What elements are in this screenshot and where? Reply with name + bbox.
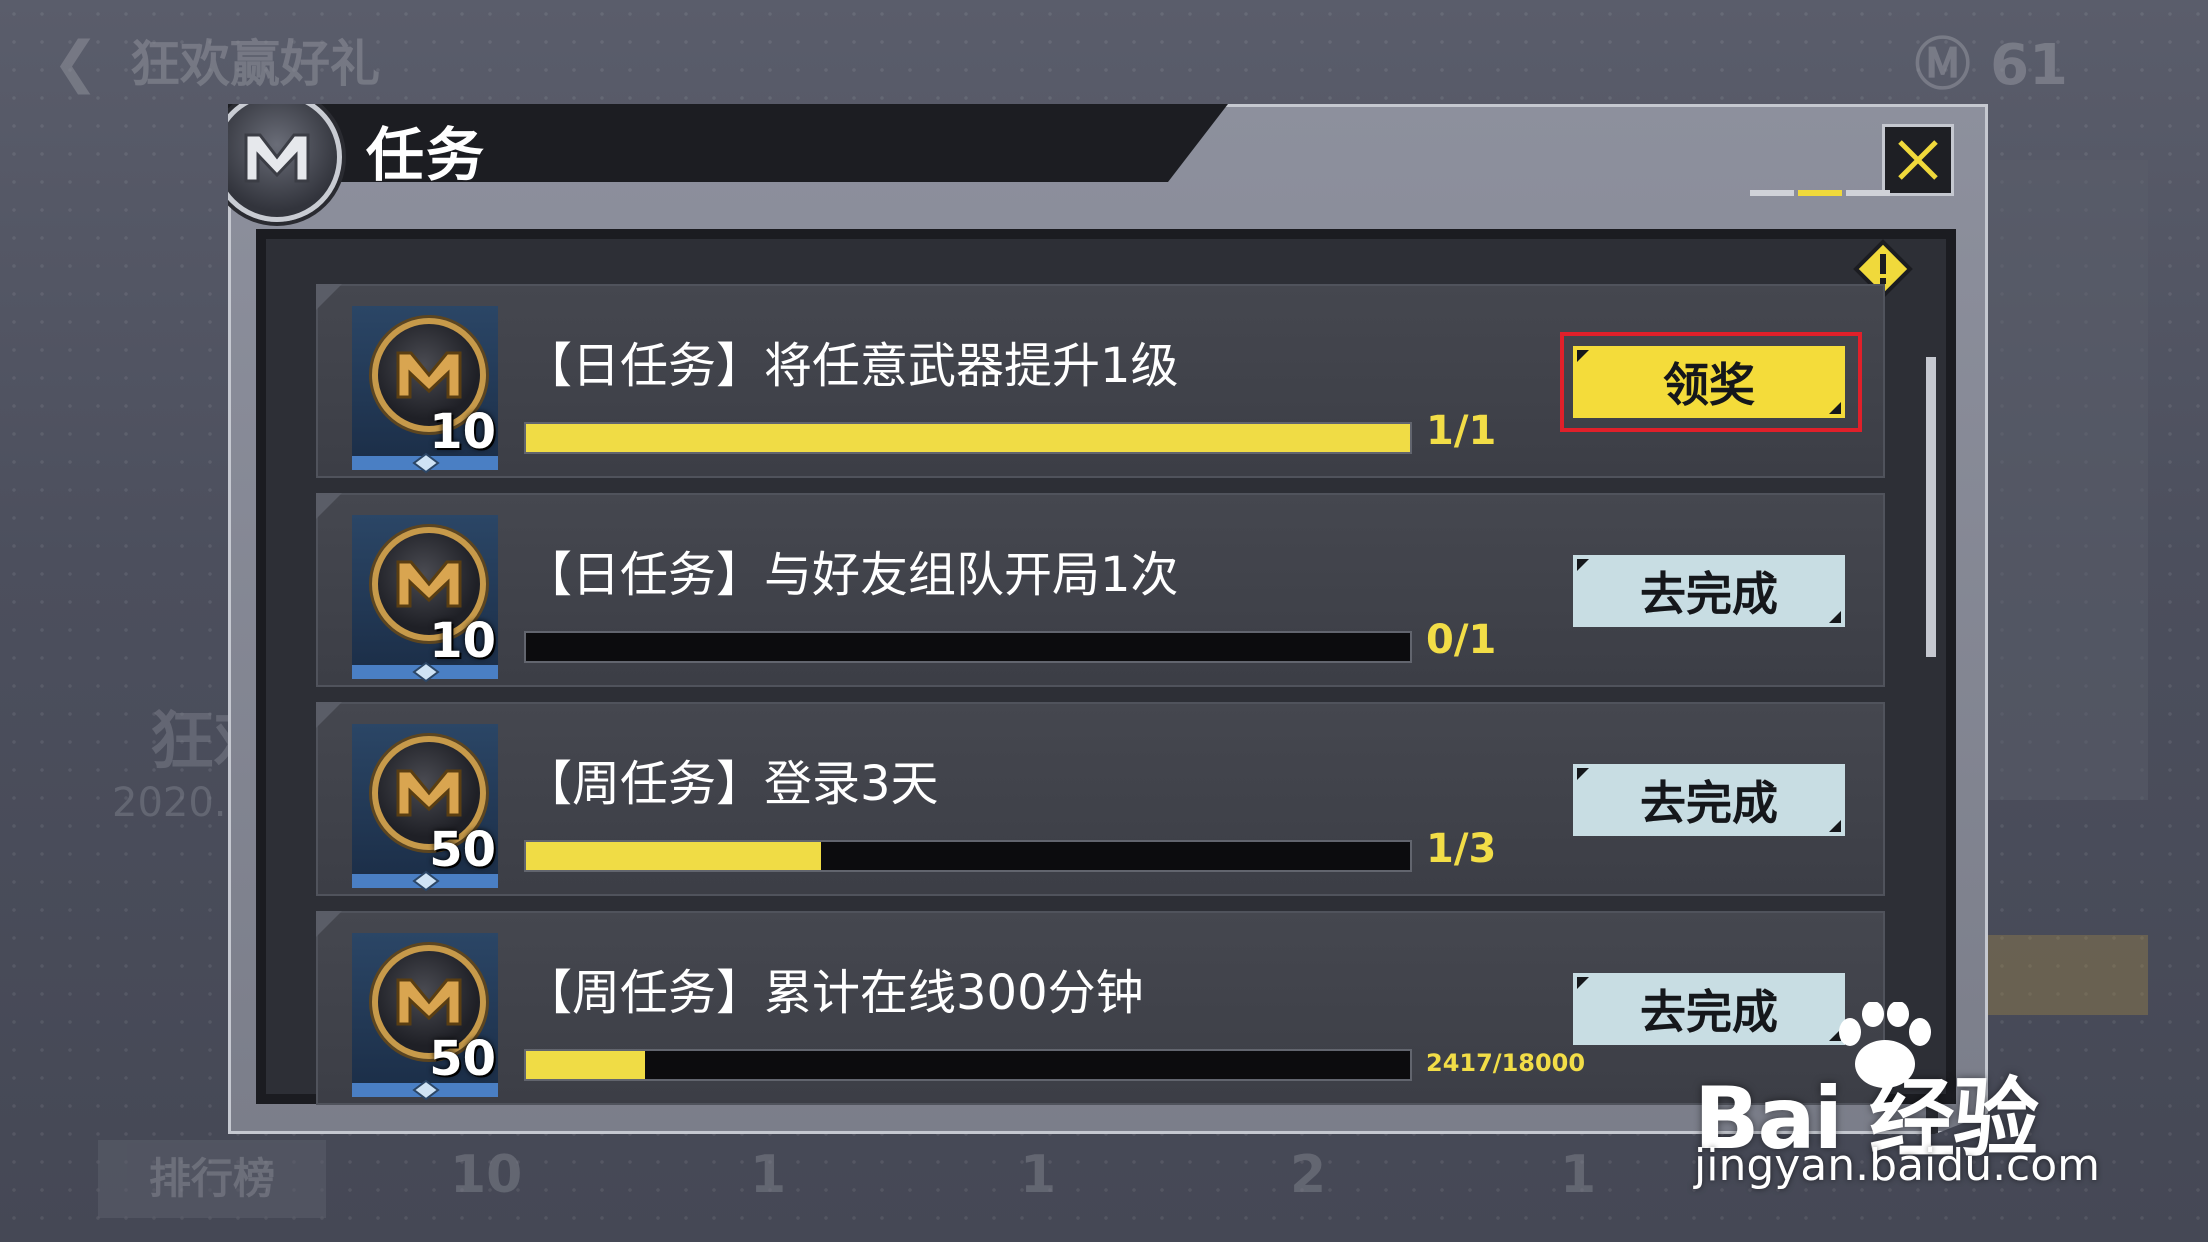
bg-number: 10 [450,1145,523,1205]
back-arrow-icon: ❮ [52,30,99,95]
coin-icon: Ⓜ [1914,33,1971,98]
close-icon [1898,140,1938,180]
close-button[interactable] [1882,124,1954,196]
coin-count: 61 [1990,33,2068,98]
paw-icon [1830,1001,1940,1096]
gem-icon [412,661,440,683]
rank-button: 排行榜 [98,1140,326,1218]
task-row: 50 【周任务】累计在线300分钟 2417/18000 去完成 [316,911,1885,1105]
game-logo-icon [228,104,342,222]
progress-fill [526,842,821,870]
task-row: 50 【周任务】登录3天 1/3 去完成 [316,702,1885,896]
task-row: 10 【日任务】与好友组队开局1次 0/1 去完成 [316,493,1885,687]
scrollbar-thumb[interactable] [1926,357,1936,657]
event-title: 狂欢赢好礼 [130,35,380,93]
progress-text: 2417/18000 [1426,1049,1586,1077]
coin-counter: Ⓜ 61 [1915,20,2068,101]
progress-bar [524,1049,1412,1081]
gem-icon [412,1079,440,1101]
task-name: 【周任务】登录3天 [524,756,939,812]
gem-icon [412,870,440,892]
task-name: 【日任务】将任意武器提升1级 [524,338,1179,394]
page-indicator [1750,190,1890,196]
page-dot-active [1798,190,1842,196]
progress-fill [526,1051,645,1079]
background-side-panel [1968,160,2148,800]
highlight-box [1560,332,1862,432]
modal-title: 任务 [366,121,487,189]
gem-icon [412,452,440,474]
progress-bar [524,422,1412,454]
go-complete-button[interactable]: 去完成 [1573,764,1845,836]
reward-box: 10 [352,515,498,683]
task-name: 【日任务】与好友组队开局1次 [524,547,1179,603]
progress-fill [526,424,1410,452]
task-name: 【周任务】累计在线300分钟 [524,965,1144,1021]
task-row: 10 【日任务】将任意武器提升1级 1/1 领奖 [316,284,1885,478]
progress-text: 0/1 [1426,617,1497,663]
page-dot [1846,190,1890,196]
task-modal: 任务 10 【日任务】将任意武器提升1级 1/1 领奖 10 【日任务】与好友组… [228,104,1988,1134]
bg-number: 1 [1560,1145,1597,1205]
go-complete-button[interactable]: 去完成 [1573,555,1845,627]
bg-number: 1 [750,1145,787,1205]
progress-bar [524,631,1412,663]
reward-box: 50 [352,933,498,1101]
progress-bar [524,840,1412,872]
progress-text: 1/3 [1426,826,1497,872]
reward-box: 50 [352,724,498,892]
progress-text: 1/1 [1426,408,1497,454]
page-dot [1750,190,1794,196]
go-complete-button[interactable]: 去完成 [1573,973,1845,1045]
bg-number: 1 [1020,1145,1057,1205]
watermark-url: jingyan.baidu.com [1694,1140,2101,1191]
bg-number: 2 [1290,1145,1327,1205]
reward-box: 10 [352,306,498,474]
